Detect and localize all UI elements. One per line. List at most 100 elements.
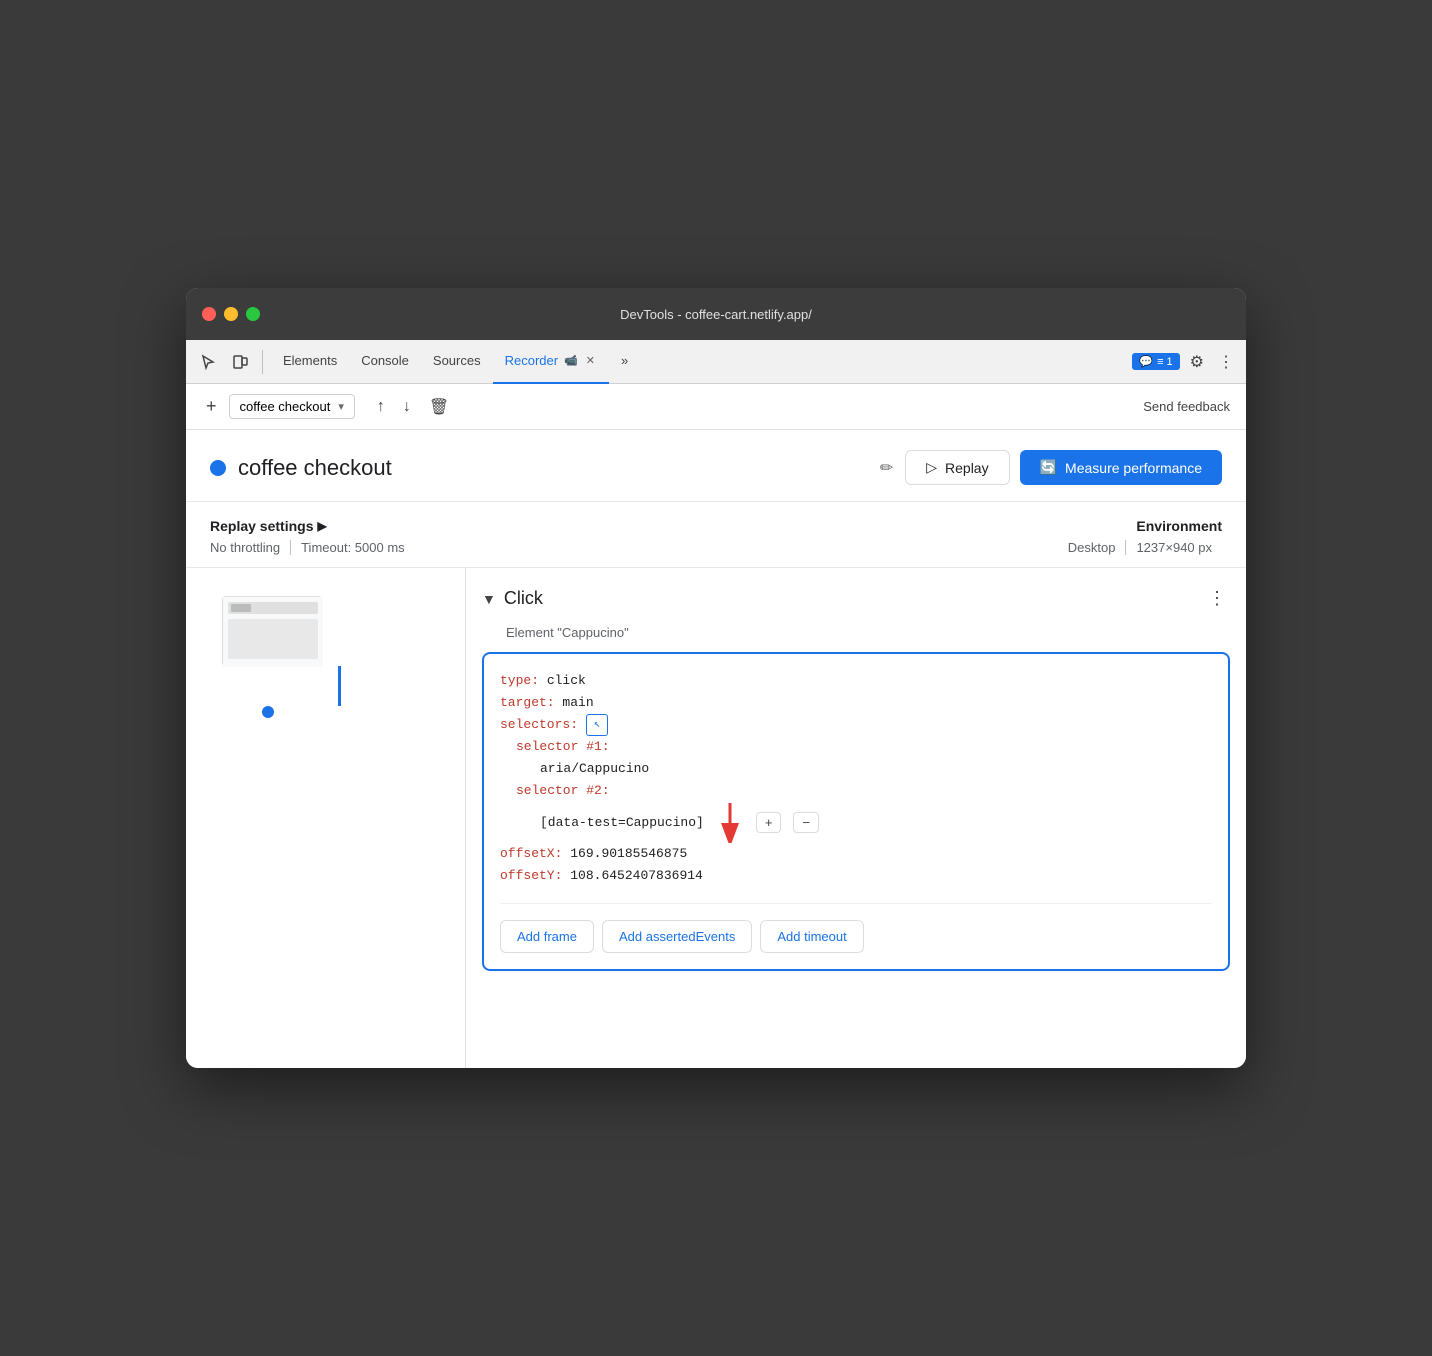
recording-status-dot [210,460,226,476]
tab-recorder[interactable]: Recorder 📹 ✕ [493,340,609,384]
selector-tool-icon[interactable]: ↖ [586,714,608,736]
offsetY-value: 108.6452407836914 [570,865,703,887]
env-details: Desktop 1237×940 px [1068,540,1222,555]
minimize-button[interactable] [224,307,238,321]
target-key: target: [500,692,555,714]
tab-console[interactable]: Console [349,340,421,384]
close-button[interactable] [202,307,216,321]
play-icon: ▷ [926,459,937,476]
step-subtitle: Element "Cappucino" [482,625,1230,640]
browser-toolbar: Elements Console Sources Recorder 📹 ✕ » … [186,340,1246,384]
recorder-actions: ↑ ↓ 🗑 [371,393,455,421]
code-block: type: click target: main selectors: ↖ [482,652,1230,971]
window-title: DevTools - coffee-cart.netlify.app/ [620,307,812,322]
step-thumbnail [222,596,322,666]
selector1-block: selector #1: aria/Cappucino [500,736,1212,780]
recording-select[interactable]: coffee checkout ▾ [229,394,355,419]
chevron-down-icon: ▾ [338,400,344,413]
selector2-key-row: selector #2: [516,780,1212,802]
environment-label: Environment [1068,518,1222,534]
steps-sidebar [186,568,466,1068]
selector-add-button[interactable]: + [756,812,782,833]
offsetX-key: offsetX: [500,843,562,865]
type-row: type: click [500,670,1212,692]
delete-button[interactable]: 🗑 [423,393,455,421]
edit-title-icon[interactable]: ✏ [880,458,893,478]
selectors-key: selectors: [500,714,578,736]
selector2-key: selector #2: [516,780,610,802]
offsetY-row: offsetY: 108.6452407836914 [500,865,1212,887]
import-button[interactable]: ↓ [397,393,417,421]
header-actions: ▷ Replay 🔄 Measure performance [905,450,1222,485]
annotation-arrow [716,803,744,843]
add-asserted-events-button[interactable]: Add assertedEvents [602,920,752,953]
type-value: click [547,670,586,692]
send-feedback-link[interactable]: Send feedback [1143,399,1230,414]
devtools-window: DevTools - coffee-cart.netlify.app/ Elem… [186,288,1246,1068]
title-bar: DevTools - coffee-cart.netlify.app/ [186,288,1246,340]
selector-remove-button[interactable]: − [793,812,819,833]
selectors-row: selectors: ↖ [500,714,1212,736]
sidebar-step-row [202,592,341,718]
measure-icon: 🔄 [1040,459,1057,476]
step-detail: ▼ Click ⋮ Element "Cappucino" type: clic… [466,568,1246,1068]
selector1-value: aria/Cappucino [540,761,649,776]
settings-arrow-icon: ▶ [317,519,326,533]
toolbar-right: 💬 ≡ 1 ⚙ ⋮ [1132,348,1238,376]
thumbnail-svg [223,597,323,667]
offsetX-row: offsetX: 169.90185546875 [500,843,1212,865]
settings-button[interactable]: ⚙ [1186,348,1208,376]
tab-more[interactable]: » [609,340,640,384]
chat-icon: 💬 [1139,355,1153,368]
step-connector-line [338,666,341,706]
recording-header: coffee checkout ✏ ▷ Replay 🔄 Measure per… [186,430,1246,502]
step-dot [262,706,274,718]
settings-left: Replay settings ▶ No throttling Timeout:… [210,518,415,555]
selector1-value-row: aria/Cappucino [516,758,1212,780]
tab-sources[interactable]: Sources [421,340,493,384]
offsetY-key: offsetY: [500,865,562,887]
settings-right: Environment Desktop 1237×940 px [1068,518,1222,555]
maximize-button[interactable] [246,307,260,321]
device-toggle-button[interactable] [226,350,254,374]
step-indicator [202,592,341,718]
separator-1 [262,350,263,374]
steps-area: ▼ Click ⋮ Element "Cappucino" type: clic… [186,568,1246,1068]
selector1-key-row: selector #1: [516,736,1212,758]
step-name: Click [504,588,543,609]
tab-recorder-close[interactable]: ✕ [584,353,597,368]
recorder-tab-icon: 📹 [564,354,578,367]
add-recording-button[interactable]: + [202,392,221,421]
step-title: ▼ Click [482,588,543,609]
measure-performance-button[interactable]: 🔄 Measure performance [1020,450,1222,485]
settings-details: No throttling Timeout: 5000 ms [210,540,415,555]
step-more-button[interactable]: ⋮ [1204,584,1230,613]
selector2-block: selector #2: [data-test=Cappucino] [500,780,1212,842]
traffic-lights [202,307,260,321]
replay-button[interactable]: ▷ Replay [905,450,1009,485]
tab-list: Elements Console Sources Recorder 📹 ✕ » [271,340,1128,384]
add-frame-button[interactable]: Add frame [500,920,594,953]
export-button[interactable]: ↑ [371,393,391,421]
expand-arrow-icon[interactable]: ▼ [482,591,496,607]
selector1-key: selector #1: [516,736,610,758]
target-value: main [562,692,593,714]
recorder-toolbar: + coffee checkout ▾ ↑ ↓ 🗑 Send feedback [186,384,1246,430]
selector2-value-row: [data-test=Cappucino] [516,803,1212,843]
settings-bar: Replay settings ▶ No throttling Timeout:… [186,502,1246,568]
inspect-tool-button[interactable] [194,350,222,374]
more-options-button[interactable]: ⋮ [1214,348,1238,376]
tab-elements[interactable]: Elements [271,340,349,384]
thumbnail-area [194,584,457,726]
action-buttons: Add frame Add assertedEvents Add timeout [500,903,1212,953]
recording-title: coffee checkout [238,455,864,481]
replay-settings-label[interactable]: Replay settings ▶ [210,518,415,534]
main-content: coffee checkout ✏ ▷ Replay 🔄 Measure per… [186,430,1246,1068]
selector2-value: [data-test=Cappucino] [540,812,704,834]
type-key: type: [500,670,539,692]
device-icon [232,354,248,370]
chat-badge[interactable]: 💬 ≡ 1 [1132,353,1179,370]
add-timeout-button[interactable]: Add timeout [760,920,863,953]
offsetX-value: 169.90185546875 [570,843,687,865]
target-row: target: main [500,692,1212,714]
